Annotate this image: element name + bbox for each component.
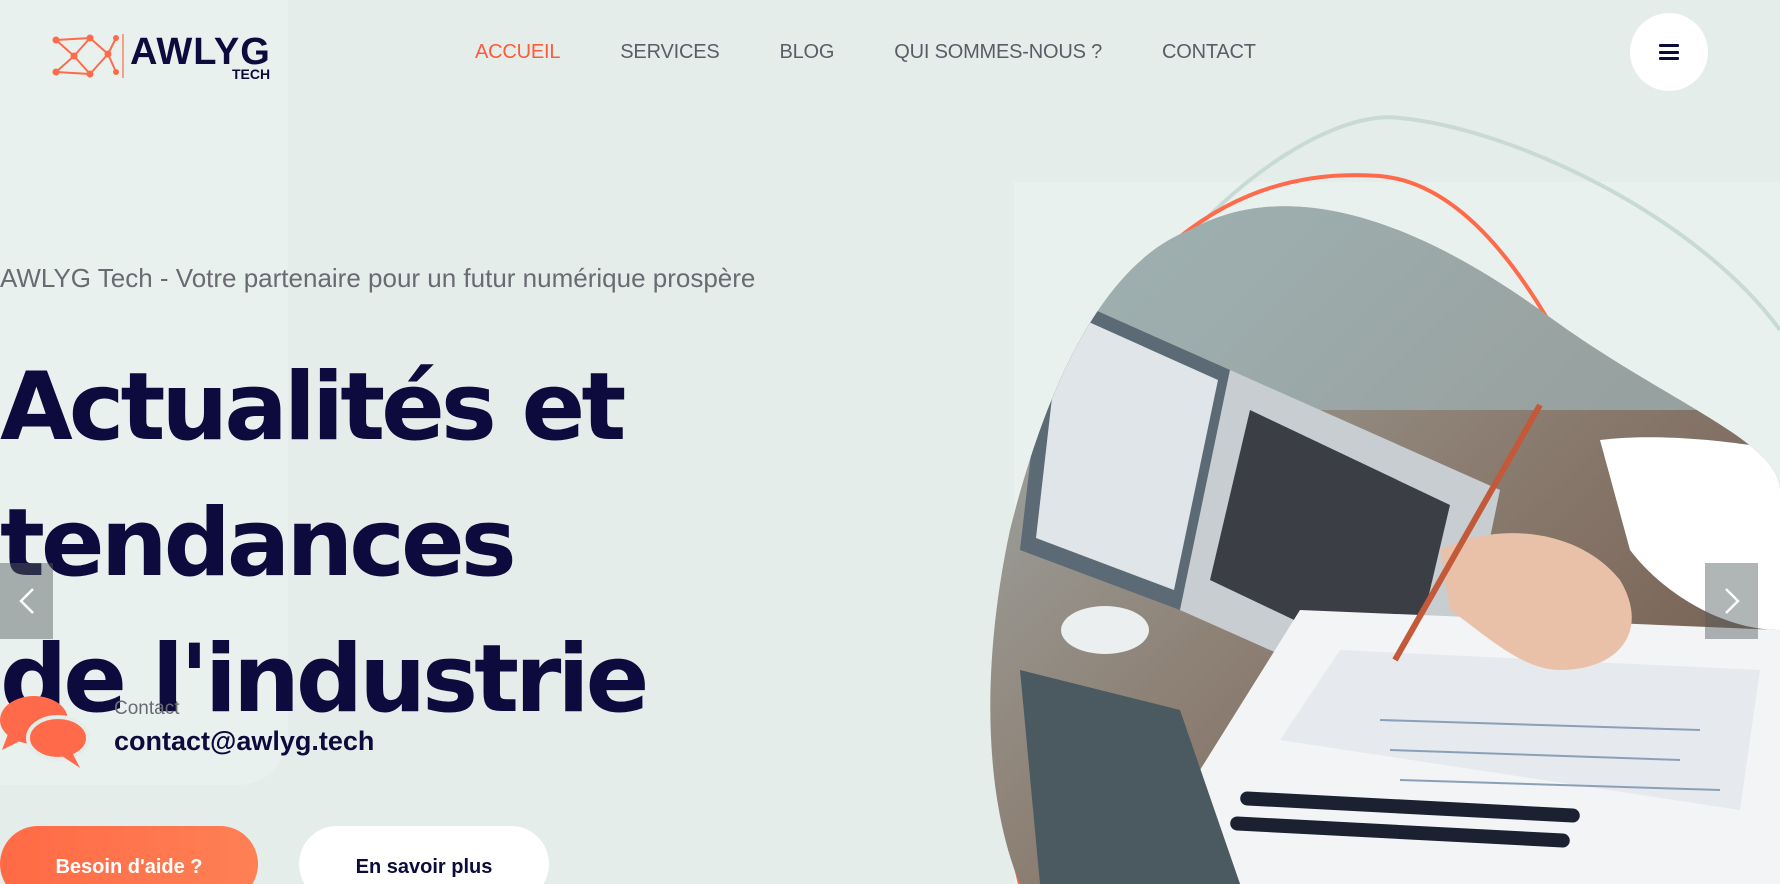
hamburger-icon <box>1659 44 1679 60</box>
chevron-right-icon <box>1724 588 1740 614</box>
logo-divider <box>122 34 124 78</box>
contact-label: Contact <box>114 698 180 719</box>
learn-more-button[interactable]: En savoir plus <box>299 826 549 884</box>
menu-button[interactable] <box>1630 13 1708 91</box>
help-button[interactable]: Besoin d'aide ? <box>0 826 258 884</box>
chevron-left-icon <box>18 588 34 614</box>
hero-tagline: AWLYG Tech - Votre partenaire pour un fu… <box>0 263 756 293</box>
nav-item-qui-sommes-nous[interactable]: QUI SOMMES-NOUS ? <box>894 40 1102 64</box>
network-logo-icon <box>52 34 119 78</box>
hero-image <box>990 115 1780 884</box>
brand-logo[interactable]: AWLYG TECH <box>50 30 290 86</box>
nav-item-blog[interactable]: BLOG <box>779 40 834 64</box>
contact-email-link[interactable]: contact@awlyg.tech <box>114 726 374 757</box>
nav-item-contact[interactable]: CONTACT <box>1162 40 1256 64</box>
hero-headline-line1: Actualités et tendances <box>0 353 626 598</box>
nav-item-accueil[interactable]: ACCUEIL <box>475 40 560 64</box>
page: AWLYG TECH ACCUEIL SERVICES BLOG QUI SOM… <box>0 0 1780 884</box>
hero-headline: Actualités et tendances de l'industrie <box>0 340 1100 748</box>
nav-item-services[interactable]: SERVICES <box>620 40 719 64</box>
hero-headline-line2: de l'industrie <box>0 625 649 734</box>
slider-next-button[interactable] <box>1705 563 1758 639</box>
slider-prev-button[interactable] <box>0 563 53 639</box>
brand-sub: TECH <box>232 66 271 82</box>
main-nav: ACCUEIL SERVICES BLOG QUI SOMMES-NOUS ? … <box>475 40 1316 64</box>
chat-bubbles-icon <box>0 696 90 768</box>
